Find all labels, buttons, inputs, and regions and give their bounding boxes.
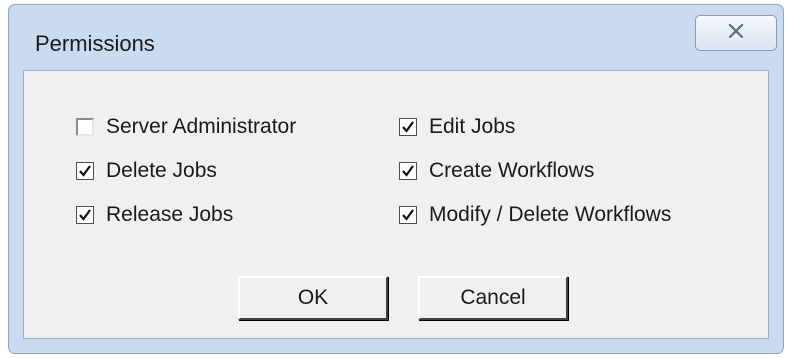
checkmark-icon	[79, 209, 91, 221]
close-button[interactable]	[695, 15, 777, 51]
checkmark-icon	[79, 165, 91, 177]
permissions-dialog: Permissions Server Administrator Delete …	[8, 4, 784, 354]
permission-label: Create Workflows	[429, 159, 595, 182]
checkmark-icon	[402, 209, 414, 221]
permission-modify-delete-workflows[interactable]: Modify / Delete Workflows	[399, 201, 671, 229]
permission-edit-jobs[interactable]: Edit Jobs	[399, 113, 515, 141]
permission-release-jobs[interactable]: Release Jobs	[76, 201, 233, 229]
permission-create-workflows[interactable]: Create Workflows	[399, 157, 594, 185]
checkmark-icon	[402, 121, 414, 133]
permission-delete-jobs[interactable]: Delete Jobs	[76, 157, 217, 185]
checkbox-release-jobs[interactable]	[76, 206, 94, 224]
permission-label: Edit Jobs	[429, 115, 516, 138]
permission-label: Modify / Delete Workflows	[429, 203, 672, 226]
checkbox-delete-jobs[interactable]	[76, 162, 94, 180]
checkmark-icon	[402, 165, 414, 177]
permission-label: Release Jobs	[106, 203, 234, 226]
dialog-body: Server Administrator Delete Jobs Release…	[23, 70, 769, 339]
checkbox-server-administrator[interactable]	[76, 118, 94, 136]
permission-label: Server Administrator	[106, 115, 297, 138]
checkbox-modify-delete-workflows[interactable]	[399, 206, 417, 224]
cancel-button[interactable]: Cancel	[418, 276, 568, 320]
ok-button[interactable]: OK	[238, 276, 388, 320]
close-icon	[728, 23, 744, 43]
checkbox-create-workflows[interactable]	[399, 162, 417, 180]
permission-server-administrator[interactable]: Server Administrator	[76, 113, 296, 141]
checkbox-edit-jobs[interactable]	[399, 118, 417, 136]
dialog-title: Permissions	[35, 31, 155, 56]
permission-label: Delete Jobs	[106, 159, 217, 182]
title-bar[interactable]: Permissions	[9, 5, 783, 65]
